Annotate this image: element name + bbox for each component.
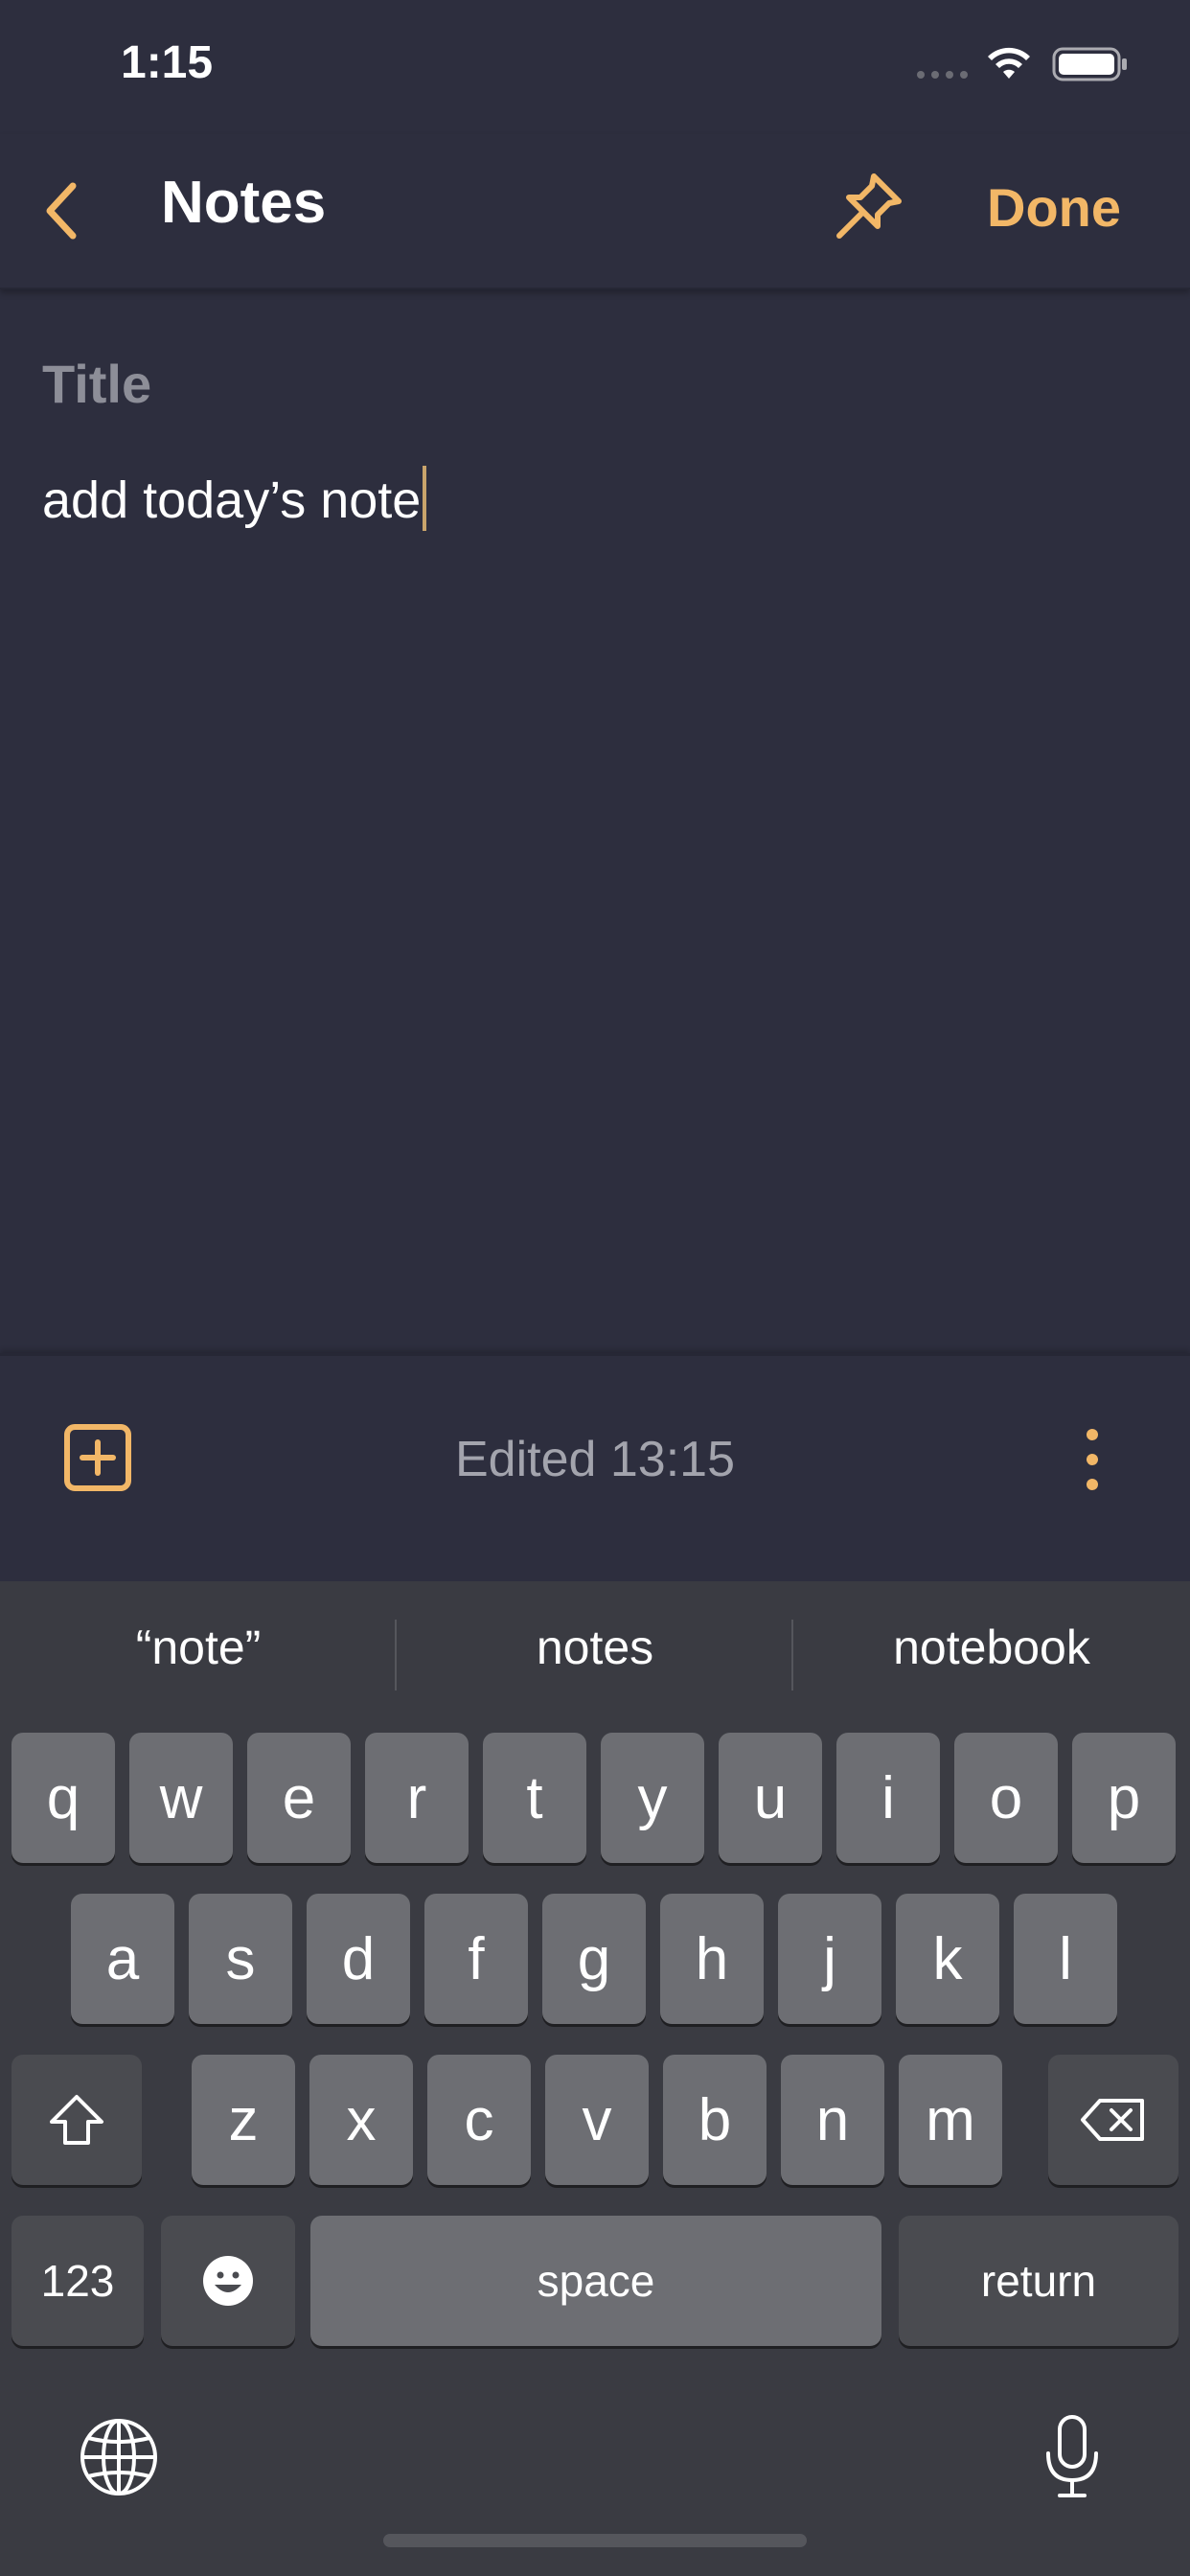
pin-icon[interactable] [830,169,906,245]
backspace-icon [1081,2099,1144,2141]
return-key[interactable]: return [899,2216,1179,2346]
key[interactable]: s [189,1894,292,2024]
edited-timestamp: Edited 13:15 [454,1432,736,1487]
space-key[interactable]: space [310,2216,881,2346]
battery-icon [1052,47,1127,81]
key[interactable]: x [309,2055,413,2185]
bottom-toolbar: Edited 13:15 [0,1353,1190,1584]
suggestion-item[interactable]: notebook [793,1620,1190,1675]
key[interactable]: d [307,1894,410,2024]
signal-icon [917,71,968,79]
key[interactable]: w [129,1733,233,1863]
keyboard: “note” notes notebook q w e r t y u i o … [0,1581,1190,2576]
emoji-key[interactable] [161,2216,295,2346]
wifi-icon [988,47,1030,79]
emoji-icon [203,2256,253,2306]
title-input[interactable] [42,345,1144,422]
key[interactable]: m [899,2055,1002,2185]
key[interactable]: v [545,2055,649,2185]
key[interactable]: c [427,2055,531,2185]
key[interactable]: k [896,1894,999,2024]
delete-key[interactable] [1048,2055,1179,2185]
done-button[interactable]: Done [987,176,1121,239]
key[interactable]: r [365,1733,469,1863]
key[interactable]: f [424,1894,528,2024]
key[interactable]: i [836,1733,940,1863]
shift-key[interactable] [11,2055,142,2185]
suggestion-item[interactable]: “note” [0,1620,397,1675]
globe-icon[interactable] [79,2417,159,2497]
key[interactable]: g [542,1894,646,2024]
key[interactable]: l [1014,1894,1117,2024]
navigation-bar: Notes Done [0,134,1190,289]
home-indicator [383,2534,807,2547]
key[interactable]: n [781,2055,884,2185]
shift-icon [50,2095,103,2145]
key[interactable]: p [1072,1733,1176,1863]
key[interactable]: z [192,2055,295,2185]
note-body-text: add today’s note [42,472,422,529]
more-vertical-icon[interactable] [1075,1425,1110,1494]
key[interactable]: j [778,1894,881,2024]
key[interactable]: o [954,1733,1058,1863]
status-bar: 1:15 [0,0,1190,134]
chevron-left-icon[interactable] [38,172,86,249]
key[interactable]: a [71,1894,174,2024]
text-cursor [423,466,427,531]
numbers-key[interactable]: 123 [11,2216,144,2346]
suggestion-item[interactable]: notes [397,1620,793,1675]
key[interactable]: t [483,1733,586,1863]
key[interactable]: q [11,1733,115,1863]
status-time: 1:15 [121,37,214,88]
key[interactable]: b [663,2055,767,2185]
key[interactable]: u [719,1733,822,1863]
notes-screen: 1:15 Notes Done Title add today’s note E… [0,0,1190,2576]
note-body-editor[interactable]: add today’s note [42,466,1144,1328]
suggestion-bar: “note” notes notebook [0,1581,1190,1725]
key[interactable]: h [660,1894,764,2024]
microphone-icon[interactable] [1041,2413,1104,2501]
page-title: Notes [161,170,327,236]
key[interactable]: y [601,1733,704,1863]
key[interactable]: e [247,1733,351,1863]
